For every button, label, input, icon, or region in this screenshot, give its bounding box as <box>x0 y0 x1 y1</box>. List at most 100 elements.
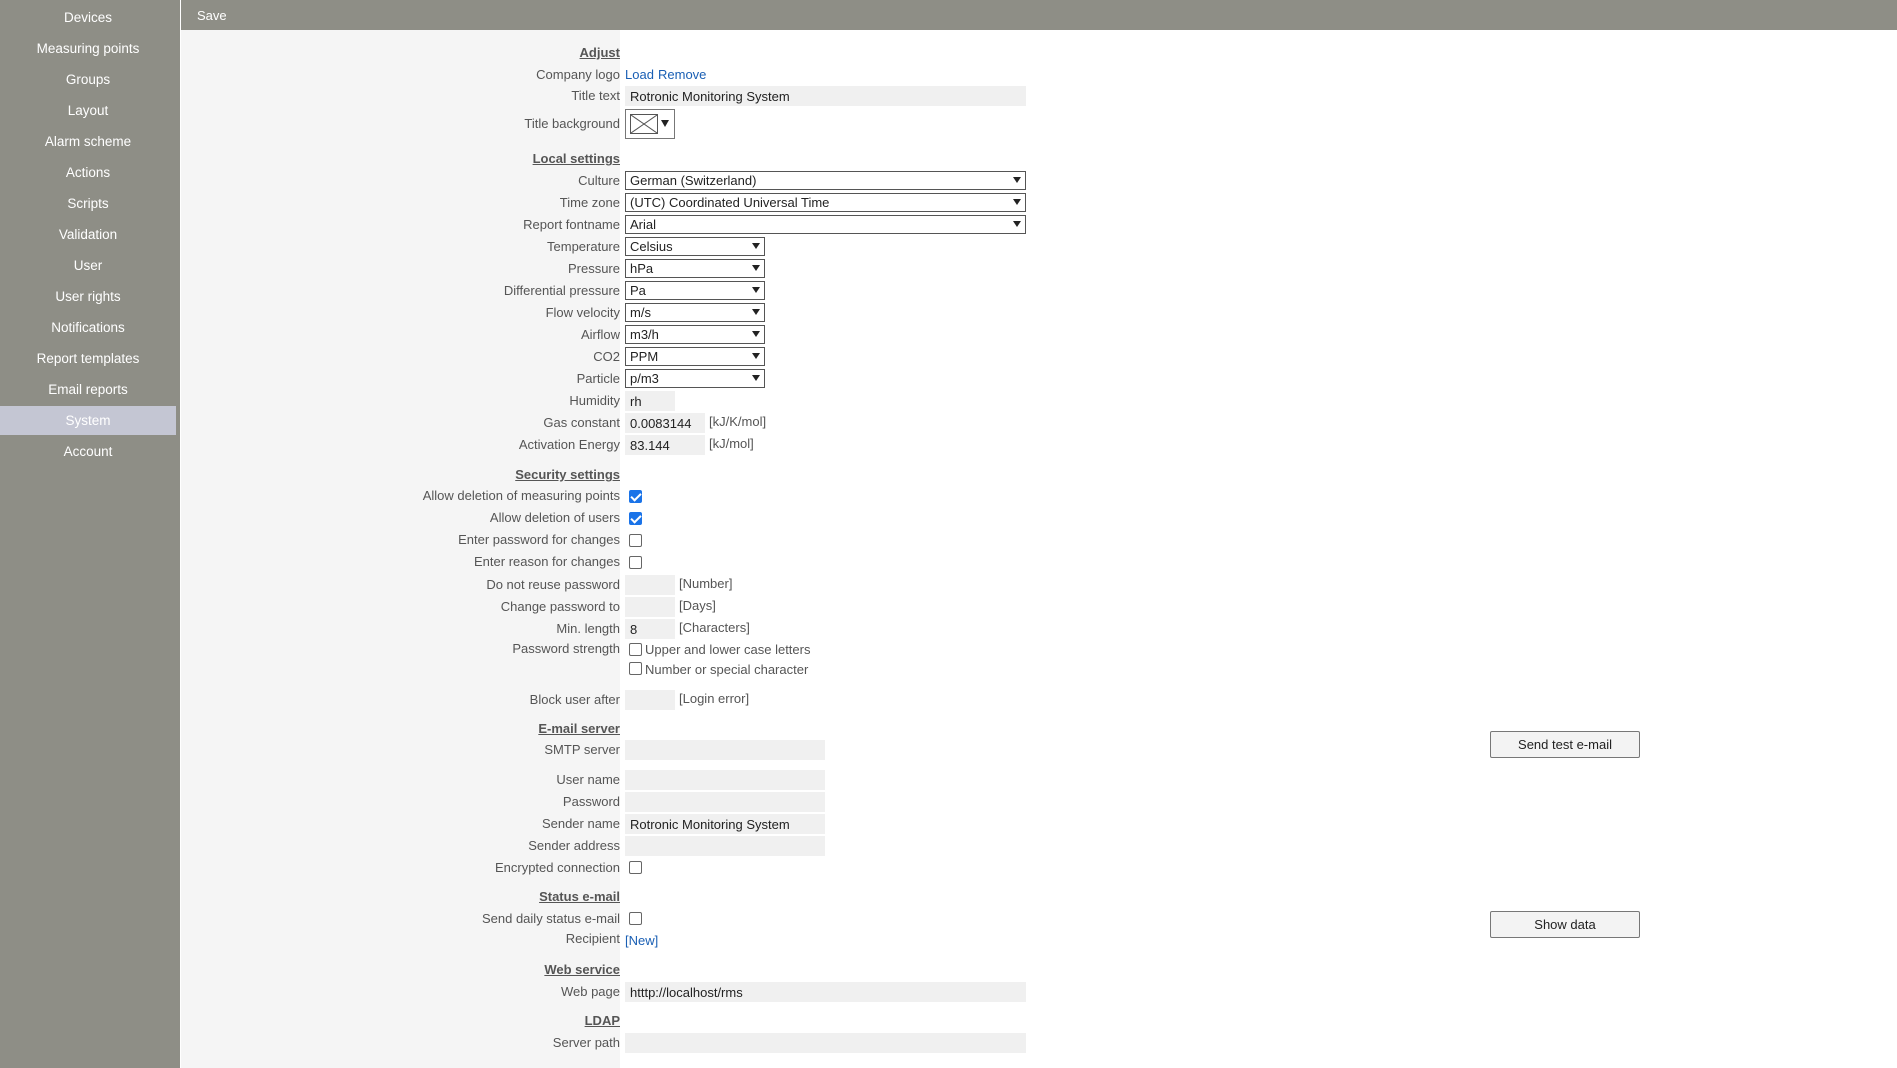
system-settings-form: Adjust Company logo Load Remove Title te… <box>181 30 1897 1068</box>
differential-pressure-label: Differential pressure <box>503 283 620 298</box>
status-email-heading: Status e-mail <box>539 889 620 904</box>
web-page-input[interactable] <box>625 982 1026 1002</box>
sender-name-input[interactable] <box>625 814 825 834</box>
sidebar-item-user-rights[interactable]: User rights <box>0 282 176 311</box>
enter-reason-checkbox[interactable] <box>629 556 642 569</box>
temperature-select[interactable]: Celsius <box>625 237 765 256</box>
chevron-down-icon <box>752 309 760 315</box>
pressure-select[interactable]: hPa <box>625 259 765 278</box>
show-data-button[interactable]: Show data <box>1490 911 1640 938</box>
culture-label: Culture <box>578 173 620 188</box>
pressure-label: Pressure <box>567 261 620 276</box>
change-password-input[interactable] <box>625 597 675 617</box>
allow-deletion-users-checkbox[interactable] <box>629 512 642 525</box>
activation-energy-unit: [kJ/mol] <box>709 436 754 451</box>
do-not-reuse-password-input[interactable] <box>625 575 675 595</box>
enter-password-label: Enter password for changes <box>458 532 620 547</box>
user-name-input[interactable] <box>625 770 825 790</box>
timezone-select[interactable]: (UTC) Coordinated Universal Time <box>625 193 1026 212</box>
co2-select[interactable]: PPM <box>625 347 765 366</box>
min-length-input[interactable] <box>625 619 675 639</box>
title-text-label: Title text <box>571 88 620 103</box>
enter-reason-label: Enter reason for changes <box>474 554 620 569</box>
sidebar: Devices Measuring points Groups Layout A… <box>0 0 180 1068</box>
number-special-checkbox[interactable] <box>629 662 642 675</box>
sidebar-item-alarm-scheme[interactable]: Alarm scheme <box>0 127 176 156</box>
upper-lower-case-checkbox[interactable] <box>629 643 642 656</box>
local-settings-heading: Local settings <box>532 151 620 166</box>
gas-constant-label: Gas constant <box>543 415 620 430</box>
send-test-email-button[interactable]: Send test e-mail <box>1490 731 1640 758</box>
sidebar-item-layout[interactable]: Layout <box>0 96 176 125</box>
sidebar-item-validation[interactable]: Validation <box>0 220 176 249</box>
particle-select[interactable]: p/m3 <box>625 369 765 388</box>
sidebar-item-scripts[interactable]: Scripts <box>0 189 176 218</box>
send-daily-status-checkbox[interactable] <box>629 912 642 925</box>
change-password-label: Change password to <box>500 599 620 614</box>
smtp-server-label: SMTP server <box>544 742 620 757</box>
password-strength-label: Password strength <box>512 641 620 656</box>
sidebar-item-report-templates[interactable]: Report templates <box>0 344 176 373</box>
chevron-down-icon <box>752 265 760 271</box>
enter-password-checkbox[interactable] <box>629 534 642 547</box>
chevron-down-icon <box>1013 221 1021 227</box>
do-not-reuse-password-label: Do not reuse password <box>486 577 620 592</box>
differential-pressure-select[interactable]: Pa <box>625 281 765 300</box>
chevron-down-icon <box>661 120 669 127</box>
airflow-label: Airflow <box>580 327 620 342</box>
flow-velocity-value: m/s <box>630 305 651 320</box>
sidebar-item-account[interactable]: Account <box>0 437 176 466</box>
upper-lower-case-label: Upper and lower case letters <box>645 642 811 657</box>
sender-name-label: Sender name <box>541 816 620 831</box>
sidebar-item-user[interactable]: User <box>0 251 176 280</box>
sidebar-item-devices[interactable]: Devices <box>0 3 176 32</box>
sender-address-label: Sender address <box>528 838 620 853</box>
block-user-label: Block user after <box>529 692 620 707</box>
allow-deletion-measuring-points-checkbox[interactable] <box>629 490 642 503</box>
sidebar-item-actions[interactable]: Actions <box>0 158 176 187</box>
number-special-label: Number or special character <box>645 662 809 677</box>
gas-constant-input[interactable] <box>625 413 705 433</box>
report-fontname-select[interactable]: Arial <box>625 215 1026 234</box>
no-color-icon <box>630 114 658 134</box>
toolbar: Save <box>181 0 1897 30</box>
remove-logo-link[interactable]: Remove <box>658 66 706 84</box>
web-service-heading: Web service <box>544 962 620 977</box>
airflow-select[interactable]: m3/h <box>625 325 765 344</box>
sidebar-item-groups[interactable]: Groups <box>0 65 176 94</box>
smtp-server-input[interactable] <box>625 740 825 760</box>
user-name-label: User name <box>556 772 620 787</box>
title-text-input[interactable] <box>625 86 1026 106</box>
server-path-input[interactable] <box>625 1033 1026 1053</box>
sidebar-item-notifications[interactable]: Notifications <box>0 313 176 342</box>
load-logo-link[interactable]: Load <box>625 66 654 84</box>
report-fontname-value: Arial <box>630 217 657 232</box>
timezone-value: (UTC) Coordinated Universal Time <box>630 195 830 210</box>
allow-deletion-users-label: Allow deletion of users <box>489 510 620 525</box>
activation-energy-input[interactable] <box>625 435 705 455</box>
save-button[interactable]: Save <box>197 0 227 30</box>
min-length-label: Min. length <box>556 621 620 636</box>
sidebar-item-measuring-points[interactable]: Measuring points <box>0 34 176 63</box>
change-password-unit: [Days] <box>679 598 716 613</box>
sidebar-item-system[interactable]: System <box>0 406 176 435</box>
block-user-input[interactable] <box>625 690 675 710</box>
title-background-picker[interactable] <box>625 109 675 139</box>
culture-select[interactable]: German (Switzerland) <box>625 171 1026 190</box>
new-recipient-link[interactable]: [New] <box>625 932 658 950</box>
encrypted-connection-checkbox[interactable] <box>629 861 642 874</box>
chevron-down-icon <box>1013 177 1021 183</box>
temperature-label: Temperature <box>547 239 620 254</box>
encrypted-connection-label: Encrypted connection <box>494 860 620 875</box>
flow-velocity-select[interactable]: m/s <box>625 303 765 322</box>
color-swatch <box>630 114 658 134</box>
gas-constant-unit: [kJ/K/mol] <box>709 414 767 429</box>
sender-address-input[interactable] <box>625 836 825 856</box>
sidebar-item-email-reports[interactable]: Email reports <box>0 375 176 404</box>
send-daily-status-label: Send daily status e-mail <box>481 911 620 926</box>
password-input[interactable] <box>625 792 825 812</box>
humidity-input[interactable] <box>625 391 675 411</box>
email-server-heading: E-mail server <box>538 721 620 736</box>
web-page-label: Web page <box>560 984 620 999</box>
company-logo-label: Company logo <box>536 67 620 82</box>
